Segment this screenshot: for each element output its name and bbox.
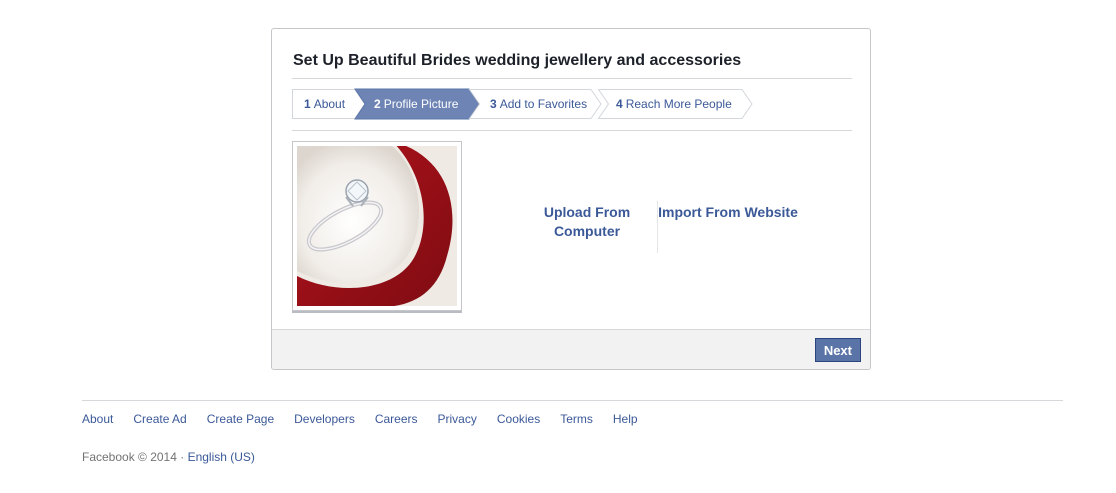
setup-dialog: Set Up Beautiful Brides wedding jeweller… bbox=[271, 28, 871, 370]
copyright-text: Facebook © 2014 · bbox=[82, 450, 188, 464]
upload-from-computer-link[interactable]: Upload From Computer bbox=[517, 203, 657, 241]
step-label: Profile Picture bbox=[383, 97, 459, 111]
ring-photo bbox=[297, 146, 457, 306]
step-number: 1 bbox=[304, 97, 311, 111]
footer-link-create-page[interactable]: Create Page bbox=[207, 412, 274, 426]
footer-link-cookies[interactable]: Cookies bbox=[497, 412, 540, 426]
copyright: Facebook © 2014 · English (US) bbox=[82, 450, 255, 464]
step-about[interactable]: 1 About bbox=[292, 89, 366, 119]
footer-link-careers[interactable]: Careers bbox=[375, 412, 418, 426]
steps-divider bbox=[292, 130, 852, 131]
footer-links: About Create Ad Create Page Developers Caree… bbox=[82, 412, 658, 428]
title-divider bbox=[292, 78, 852, 79]
step-profile-picture[interactable]: 2 Profile Picture bbox=[354, 88, 480, 120]
language-link[interactable]: English (US) bbox=[188, 450, 255, 464]
step-label: Add to Favorites bbox=[499, 97, 588, 111]
ring-icon bbox=[297, 146, 457, 306]
step-number: 4 bbox=[616, 97, 623, 111]
step-label: Reach More People bbox=[625, 97, 732, 111]
profile-picture-frame bbox=[292, 141, 462, 311]
import-from-website-link[interactable]: Import From Website bbox=[658, 203, 798, 222]
next-button[interactable]: Next bbox=[814, 338, 861, 362]
setup-steps: 1 About 2 Profile Picture 3 Add to Favorite… bbox=[292, 88, 852, 121]
step-reach-more-people[interactable]: 4 Reach More People bbox=[597, 89, 753, 119]
page-footer-divider bbox=[82, 400, 1063, 401]
step-number: 2 bbox=[374, 97, 381, 111]
footer-link-about[interactable]: About bbox=[82, 412, 113, 426]
footer-link-help[interactable]: Help bbox=[613, 412, 638, 426]
footer-link-privacy[interactable]: Privacy bbox=[438, 412, 477, 426]
dialog-footer: Next bbox=[272, 329, 870, 369]
step-add-to-favorites[interactable]: 3 Add to Favorites bbox=[468, 89, 602, 119]
footer-link-developers[interactable]: Developers bbox=[294, 412, 355, 426]
step-number: 3 bbox=[490, 97, 497, 111]
step-label: About bbox=[313, 97, 346, 111]
footer-link-create-ad[interactable]: Create Ad bbox=[133, 412, 186, 426]
dialog-title: Set Up Beautiful Brides wedding jeweller… bbox=[293, 52, 742, 69]
footer-link-terms[interactable]: Terms bbox=[560, 412, 593, 426]
